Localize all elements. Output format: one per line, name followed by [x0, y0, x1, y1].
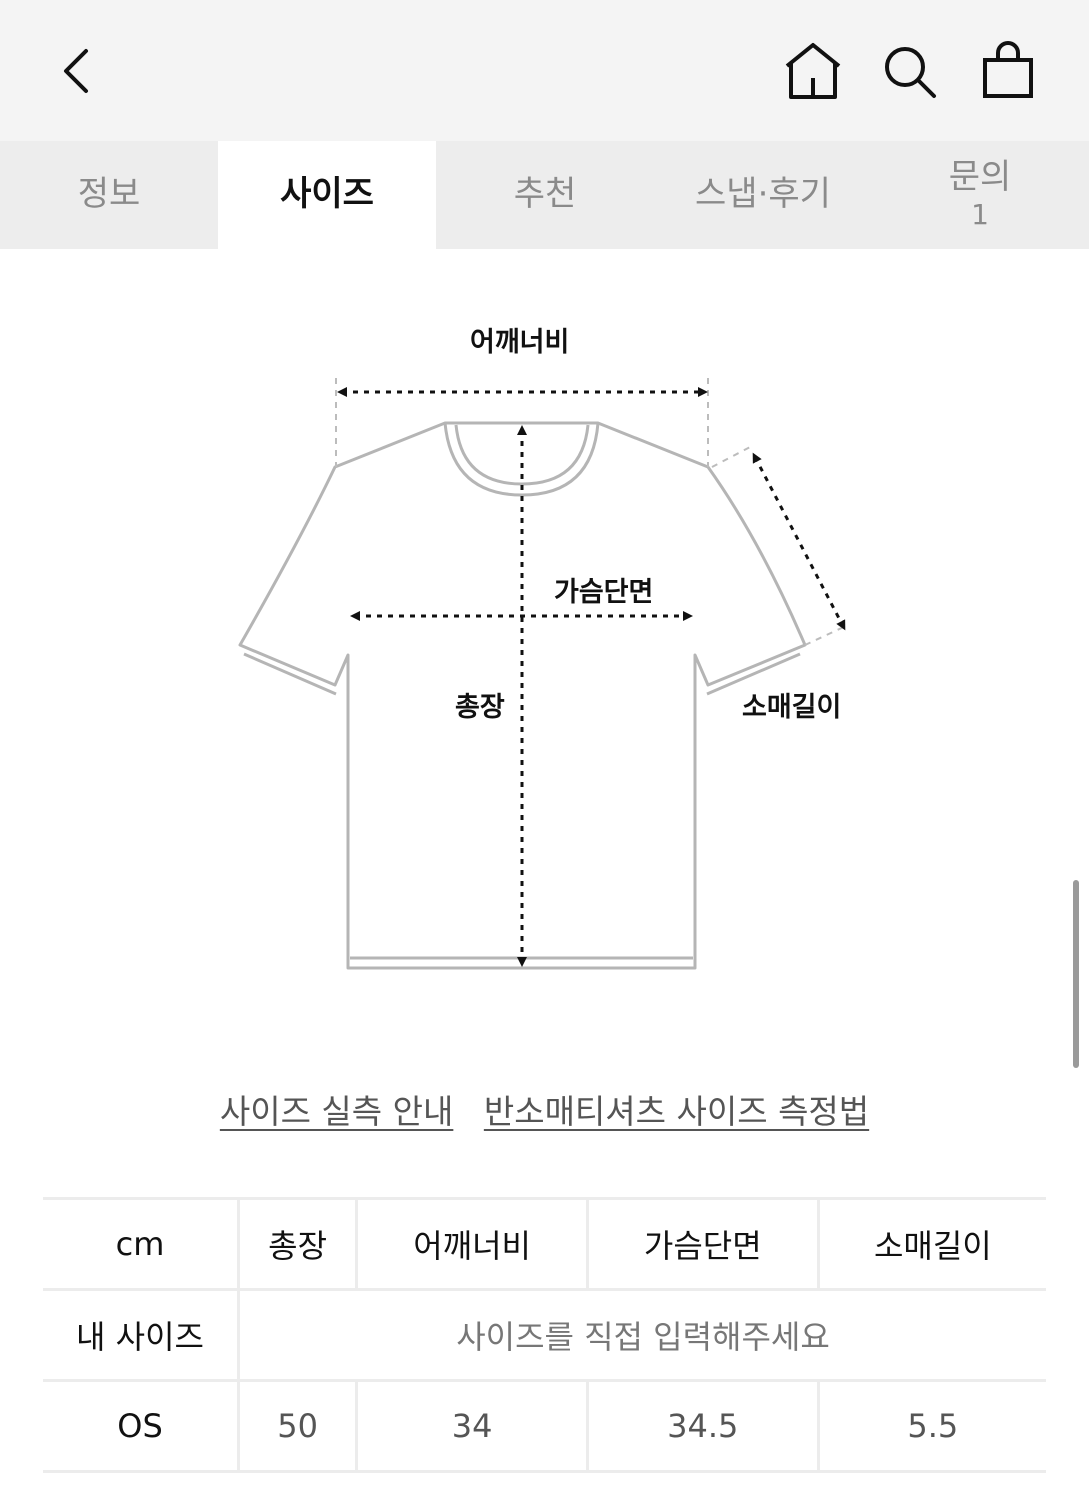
chevron-left-icon[interactable] [58, 45, 98, 97]
tab-bar: 정보 사이즈 추천 스냅·후기 문의 1 [0, 141, 1089, 249]
total-length-label: 총장 [455, 692, 505, 723]
table-row: OS 50 34 34.5 5.5 [43, 1379, 1046, 1473]
tshirt-measure-method-link[interactable]: 반소매티셔츠 사이즈 측정법 [484, 1092, 869, 1131]
my-size-input[interactable]: 사이즈를 직접 입력해주세요 [237, 1288, 1046, 1382]
tab-inquiry[interactable]: 문의 1 [871, 141, 1089, 249]
column-header: 가슴단면 [585, 1197, 819, 1291]
column-header: 소매길이 [816, 1197, 1046, 1291]
value-cell: 34.5 [585, 1379, 819, 1473]
value-cell: 5.5 [816, 1379, 1046, 1473]
sleeve-length-label: 소매길이 [742, 692, 842, 723]
my-size-label: 내 사이즈 [43, 1288, 239, 1382]
column-header: 총장 [236, 1197, 357, 1291]
tab-label: 스냅·후기 [695, 174, 831, 215]
chest-width-label: 가슴단면 [554, 577, 654, 608]
size-measure-guide-link[interactable]: 사이즈 실측 안내 [220, 1092, 454, 1131]
tab-snap-review[interactable]: 스냅·후기 [654, 141, 872, 249]
search-icon[interactable] [880, 42, 940, 102]
size-guide-links: 사이즈 실측 안내 반소매티셔츠 사이즈 측정법 [0, 1085, 1089, 1133]
tab-recommend[interactable]: 추천 [436, 141, 654, 249]
unit-cell: cm [43, 1197, 239, 1291]
my-size-row: 내 사이즈 사이즈를 직접 입력해주세요 [43, 1288, 1046, 1382]
tab-label: 정보 [77, 174, 141, 215]
tshirt-illustration [238, 378, 849, 970]
value-cell: 34 [355, 1379, 588, 1473]
column-header: 어깨너비 [355, 1197, 588, 1291]
table-header-row: cm 총장 어깨너비 가슴단면 소매길이 [43, 1197, 1046, 1291]
tab-size[interactable]: 사이즈 [218, 141, 436, 249]
shopping-bag-icon[interactable] [978, 40, 1038, 100]
tab-info[interactable]: 정보 [0, 141, 218, 249]
scrollbar[interactable] [1073, 880, 1079, 1068]
size-diagram: 어깨너비 가슴단면 총장 소매길이 [0, 270, 1089, 1010]
home-icon[interactable] [782, 40, 844, 102]
tab-count: 1 [971, 198, 989, 232]
size-name-cell: OS [43, 1379, 239, 1473]
top-bar [0, 0, 1089, 141]
value-cell: 50 [236, 1379, 357, 1473]
size-table: cm 총장 어깨너비 가슴단면 소매길이 내 사이즈 사이즈를 직접 입력해주세… [43, 1197, 1046, 1473]
shoulder-width-label: 어깨너비 [470, 327, 570, 358]
sleeve-arrow [752, 452, 846, 631]
tab-label: 사이즈 [280, 174, 374, 215]
tab-label: 추천 [513, 174, 577, 215]
tab-label: 문의 [948, 157, 1012, 198]
